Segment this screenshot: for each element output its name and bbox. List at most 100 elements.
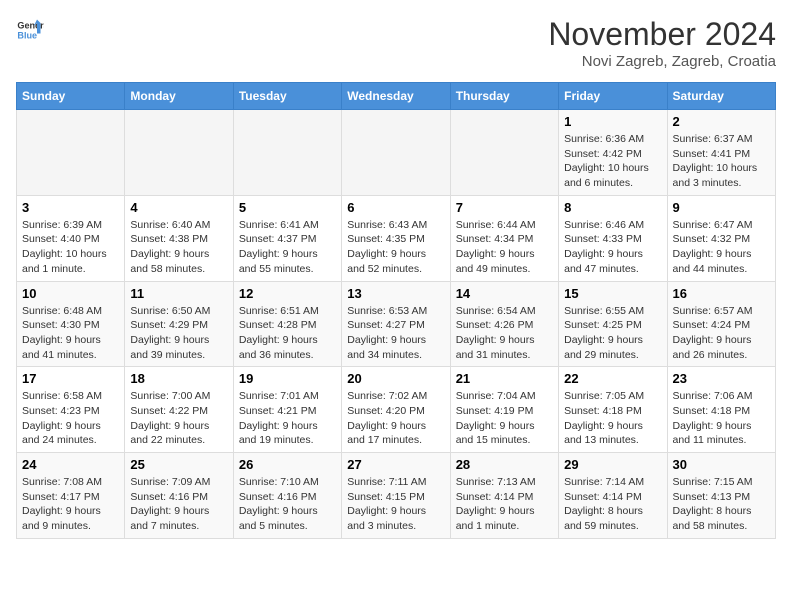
day-info: Sunrise: 7:06 AM Sunset: 4:18 PM Dayligh… <box>673 389 770 448</box>
weekday-header-friday: Friday <box>559 83 667 110</box>
weekday-header-row: SundayMondayTuesdayWednesdayThursdayFrid… <box>17 83 776 110</box>
calendar-cell: 5Sunrise: 6:41 AM Sunset: 4:37 PM Daylig… <box>233 195 341 281</box>
calendar-cell: 3 Sunrise: 6:39 AM Sunset: 4:40 PM Daylig… <box>17 195 125 281</box>
calendar-cell: 6 Sunrise: 6:43 AM Sunset: 4:35 PM Daylig… <box>342 195 450 281</box>
day-info: Sunrise: 7:02 AM Sunset: 4:20 PM Dayligh… <box>347 389 444 448</box>
day-info: Sunrise: 7:11 AM Sunset: 4:15 PM Dayligh… <box>347 475 444 534</box>
header: General Blue November 2024 Novi Zagreb, … <box>16 16 776 70</box>
day-info: Sunrise: 6:50 AM Sunset: 4:29 PM Dayligh… <box>130 304 227 363</box>
day-info: Sunrise: 6:41 AM Sunset: 4:37 PM Dayligh… <box>239 218 336 277</box>
day-info: Sunrise: 6:51 AM Sunset: 4:28 PM Dayligh… <box>239 304 336 363</box>
calendar-cell: 17 Sunrise: 6:58 AM Sunset: 4:23 PM Dayli… <box>17 367 125 453</box>
calendar-cell: 9 Sunrise: 6:47 AM Sunset: 4:32 PM Daylig… <box>667 195 775 281</box>
day-info: Sunrise: 6:37 AM Sunset: 4:41 PM Dayligh… <box>673 132 770 191</box>
day-info: Sunrise: 7:08 AM Sunset: 4:17 PM Dayligh… <box>22 475 119 534</box>
calendar-cell: 13 Sunrise: 6:53 AM Sunset: 4:27 PM Dayli… <box>342 281 450 367</box>
calendar-week-row: 24 Sunrise: 7:08 AM Sunset: 4:17 PM Dayli… <box>17 453 776 539</box>
day-number: 15 <box>564 286 661 301</box>
title-section: November 2024 Novi Zagreb, Zagreb, Croat… <box>548 16 776 70</box>
day-number: 7 <box>456 200 553 215</box>
calendar-cell: 1 Sunrise: 6:36 AM Sunset: 4:42 PM Daylig… <box>559 110 667 196</box>
day-number: 20 <box>347 371 444 386</box>
calendar-cell: 21 Sunrise: 7:04 AM Sunset: 4:19 PM Dayli… <box>450 367 558 453</box>
weekday-header-thursday: Thursday <box>450 83 558 110</box>
calendar-week-row: 3 Sunrise: 6:39 AM Sunset: 4:40 PM Daylig… <box>17 195 776 281</box>
calendar-cell: 23 Sunrise: 7:06 AM Sunset: 4:18 PM Dayli… <box>667 367 775 453</box>
calendar-cell: 24 Sunrise: 7:08 AM Sunset: 4:17 PM Dayli… <box>17 453 125 539</box>
day-number: 23 <box>673 371 770 386</box>
calendar-cell: 26 Sunrise: 7:10 AM Sunset: 4:16 PM Dayli… <box>233 453 341 539</box>
day-number: 30 <box>673 457 770 472</box>
calendar-cell: 16Sunrise: 6:57 AM Sunset: 4:24 PM Dayli… <box>667 281 775 367</box>
calendar-cell <box>342 110 450 196</box>
day-number: 21 <box>456 371 553 386</box>
calendar-cell <box>125 110 233 196</box>
weekday-header-tuesday: Tuesday <box>233 83 341 110</box>
day-info: Sunrise: 6:55 AM Sunset: 4:25 PM Dayligh… <box>564 304 661 363</box>
calendar-table: SundayMondayTuesdayWednesdayThursdayFrid… <box>16 82 776 539</box>
calendar-cell: 29Sunrise: 7:14 AM Sunset: 4:14 PM Dayli… <box>559 453 667 539</box>
calendar-week-row: 10Sunrise: 6:48 AM Sunset: 4:30 PM Dayli… <box>17 281 776 367</box>
day-info: Sunrise: 7:05 AM Sunset: 4:18 PM Dayligh… <box>564 389 661 448</box>
calendar-cell: 19 Sunrise: 7:01 AM Sunset: 4:21 PM Dayli… <box>233 367 341 453</box>
calendar-header: SundayMondayTuesdayWednesdayThursdayFrid… <box>17 83 776 110</box>
day-info: Sunrise: 6:39 AM Sunset: 4:40 PM Dayligh… <box>22 218 119 277</box>
calendar-cell: 11 Sunrise: 6:50 AM Sunset: 4:29 PM Dayli… <box>125 281 233 367</box>
day-info: Sunrise: 6:36 AM Sunset: 4:42 PM Dayligh… <box>564 132 661 191</box>
day-number: 6 <box>347 200 444 215</box>
day-number: 14 <box>456 286 553 301</box>
day-info: Sunrise: 6:47 AM Sunset: 4:32 PM Dayligh… <box>673 218 770 277</box>
day-number: 9 <box>673 200 770 215</box>
day-info: Sunrise: 6:57 AM Sunset: 4:24 PM Dayligh… <box>673 304 770 363</box>
main-title: November 2024 <box>548 16 776 53</box>
day-info: Sunrise: 7:01 AM Sunset: 4:21 PM Dayligh… <box>239 389 336 448</box>
day-info: Sunrise: 7:04 AM Sunset: 4:19 PM Dayligh… <box>456 389 553 448</box>
calendar-cell: 15 Sunrise: 6:55 AM Sunset: 4:25 PM Dayli… <box>559 281 667 367</box>
calendar-cell <box>450 110 558 196</box>
day-number: 29 <box>564 457 661 472</box>
day-number: 17 <box>22 371 119 386</box>
calendar-week-row: 1 Sunrise: 6:36 AM Sunset: 4:42 PM Daylig… <box>17 110 776 196</box>
calendar-cell: 25Sunrise: 7:09 AM Sunset: 4:16 PM Dayli… <box>125 453 233 539</box>
calendar-body: 1 Sunrise: 6:36 AM Sunset: 4:42 PM Daylig… <box>17 110 776 539</box>
day-number: 4 <box>130 200 227 215</box>
day-info: Sunrise: 7:00 AM Sunset: 4:22 PM Dayligh… <box>130 389 227 448</box>
day-info: Sunrise: 7:10 AM Sunset: 4:16 PM Dayligh… <box>239 475 336 534</box>
calendar-cell: 20 Sunrise: 7:02 AM Sunset: 4:20 PM Dayli… <box>342 367 450 453</box>
day-number: 22 <box>564 371 661 386</box>
calendar-cell: 30 Sunrise: 7:15 AM Sunset: 4:13 PM Dayli… <box>667 453 775 539</box>
day-info: Sunrise: 7:15 AM Sunset: 4:13 PM Dayligh… <box>673 475 770 534</box>
calendar-cell <box>17 110 125 196</box>
day-number: 1 <box>564 114 661 129</box>
day-number: 3 <box>22 200 119 215</box>
day-number: 27 <box>347 457 444 472</box>
calendar-cell: 7 Sunrise: 6:44 AM Sunset: 4:34 PM Daylig… <box>450 195 558 281</box>
calendar-cell <box>233 110 341 196</box>
day-number: 19 <box>239 371 336 386</box>
calendar-cell: 14 Sunrise: 6:54 AM Sunset: 4:26 PM Dayli… <box>450 281 558 367</box>
day-number: 28 <box>456 457 553 472</box>
svg-text:Blue: Blue <box>17 30 37 40</box>
day-number: 11 <box>130 286 227 301</box>
day-info: Sunrise: 6:54 AM Sunset: 4:26 PM Dayligh… <box>456 304 553 363</box>
day-info: Sunrise: 6:44 AM Sunset: 4:34 PM Dayligh… <box>456 218 553 277</box>
day-info: Sunrise: 6:40 AM Sunset: 4:38 PM Dayligh… <box>130 218 227 277</box>
day-number: 2 <box>673 114 770 129</box>
day-number: 26 <box>239 457 336 472</box>
day-number: 12 <box>239 286 336 301</box>
calendar-cell: 22 Sunrise: 7:05 AM Sunset: 4:18 PM Dayli… <box>559 367 667 453</box>
day-info: Sunrise: 6:53 AM Sunset: 4:27 PM Dayligh… <box>347 304 444 363</box>
calendar-cell: 2 Sunrise: 6:37 AM Sunset: 4:41 PM Daylig… <box>667 110 775 196</box>
day-number: 18 <box>130 371 227 386</box>
calendar-cell: 10Sunrise: 6:48 AM Sunset: 4:30 PM Dayli… <box>17 281 125 367</box>
weekday-header-wednesday: Wednesday <box>342 83 450 110</box>
day-number: 24 <box>22 457 119 472</box>
day-number: 25 <box>130 457 227 472</box>
day-info: Sunrise: 6:58 AM Sunset: 4:23 PM Dayligh… <box>22 389 119 448</box>
calendar-cell: 28Sunrise: 7:13 AM Sunset: 4:14 PM Dayli… <box>450 453 558 539</box>
day-info: Sunrise: 6:48 AM Sunset: 4:30 PM Dayligh… <box>22 304 119 363</box>
day-info: Sunrise: 6:43 AM Sunset: 4:35 PM Dayligh… <box>347 218 444 277</box>
calendar-cell: 12 Sunrise: 6:51 AM Sunset: 4:28 PM Dayli… <box>233 281 341 367</box>
day-number: 13 <box>347 286 444 301</box>
day-number: 8 <box>564 200 661 215</box>
